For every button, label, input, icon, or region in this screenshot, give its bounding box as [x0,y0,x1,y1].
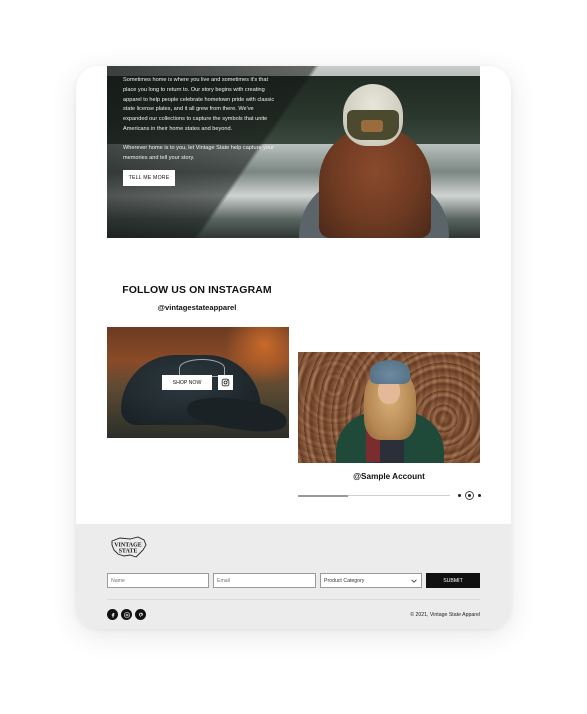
tell-me-more-button[interactable]: TELL ME MORE [123,170,175,186]
copyright-text: © 2021, Vintage State Apparel [410,612,480,618]
email-field[interactable] [213,573,316,588]
pinterest-glyph [138,612,143,617]
pinterest-icon[interactable] [135,609,146,620]
carousel-progress [298,494,349,497]
photo2-cap [370,360,410,384]
instagram-icon[interactable] [218,375,233,390]
instagram-social-glyph [123,611,130,618]
hero-paragraph-1: Sometimes home is where you live and som… [123,77,275,132]
carousel-dot-3[interactable] [478,494,481,497]
device-frame: Sometimes home is where you live and som… [76,66,511,629]
footer: VINTAGE STATE Product Category SUBMIT [76,524,511,629]
facebook-icon[interactable] [107,609,118,620]
submit-button[interactable]: SUBMIT [426,573,480,588]
hero-banner: Sometimes home is where you live and som… [107,66,480,238]
product-category-select[interactable]: Product Category [320,573,422,588]
hero-text: Sometimes home is where you live and som… [123,76,279,163]
sample-account-label[interactable]: @Sample Account [298,472,480,481]
name-field[interactable] [107,573,209,588]
carousel-dot-1[interactable] [458,494,461,497]
instagram-glyph [221,378,230,387]
instagram-title: FOLLOW US ON INSTAGRAM [122,284,272,296]
facebook-glyph [111,612,114,617]
product-category-value: Product Category [324,577,365,584]
footer-divider [107,599,480,600]
instagram-post-sample[interactable] [298,352,480,463]
shop-now-button[interactable]: SHOP NOW [162,375,212,390]
photo1-hat-brim [185,392,289,436]
hero-paragraph-2: Wherever home is to you, let Vintage Sta… [123,144,275,161]
carousel-dot-2-center [468,494,471,497]
instagram-social-icon[interactable] [121,609,132,620]
logo-text-state: STATE [119,549,138,555]
chevron-down-icon [411,579,417,583]
carousel-dot-2-active[interactable] [465,491,474,500]
instagram-handle[interactable]: @vintagestateapparel [118,303,276,312]
vintage-state-logo[interactable]: VINTAGE STATE [110,535,148,559]
